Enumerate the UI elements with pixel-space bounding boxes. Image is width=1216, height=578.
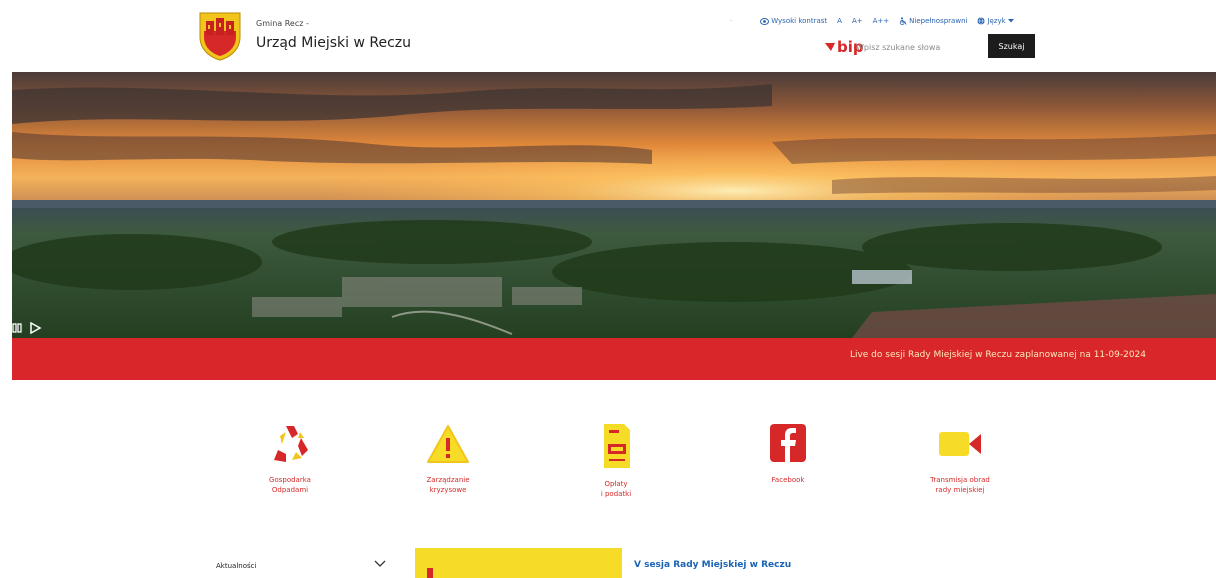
quick-link-fees[interactable]: Opłaty i podatki	[556, 422, 676, 500]
news-thumbnail[interactable]	[415, 548, 622, 578]
font-size-a-plus-plus[interactable]: A++	[873, 17, 890, 25]
font-size-a-plus[interactable]: A+	[852, 17, 863, 25]
coat-of-arms-icon[interactable]	[198, 11, 242, 61]
news-dropdown-label: Aktualności	[216, 562, 257, 570]
document-icon	[604, 424, 630, 468]
news-thumbnail-mark	[427, 568, 433, 578]
news-headline[interactable]: V sesja Rady Miejskiej w Reczu	[634, 560, 791, 570]
site-header: Gmina Recz - Urząd Miejski w Reczu · Wys…	[0, 0, 1216, 72]
accessibility-label: Niepełnosprawni	[909, 17, 968, 25]
quick-link-label: Gospodarka Odpadami	[269, 476, 311, 494]
search-input[interactable]	[850, 36, 982, 58]
quick-link-crisis[interactable]: Zarządzanie kryzysowe	[388, 422, 508, 496]
high-contrast-link[interactable]: Wysoki kontrast	[760, 17, 827, 25]
news-category-dropdown[interactable]: Aktualności	[212, 558, 392, 578]
hero-banner: Live do sesji Rady Miejskiej w Reczu zap…	[12, 72, 1216, 380]
globe-icon	[977, 17, 986, 25]
language-dropdown[interactable]: Język	[977, 17, 1014, 25]
recycle-icon	[274, 426, 308, 462]
quick-link-label: Transmisja obrad rady miejskiej	[930, 476, 990, 494]
slider-controls	[12, 321, 42, 335]
accessibility-link[interactable]: Niepełnosprawni	[899, 17, 967, 25]
font-size-a[interactable]: A	[837, 17, 842, 25]
search-button[interactable]: Szukaj	[988, 34, 1035, 58]
quick-links: Gospodarka Odpadami Zarządzanie kryzysow…	[230, 422, 1060, 522]
hero-landscape-image	[12, 72, 1216, 338]
facebook-icon	[770, 424, 806, 462]
play-icon[interactable]	[28, 321, 42, 335]
bip-flag-icon	[825, 43, 835, 51]
quick-link-label: Facebook	[771, 476, 805, 484]
video-camera-icon	[939, 432, 981, 456]
quick-link-label: Opłaty i podatki	[600, 480, 632, 498]
caret-down-icon	[1007, 19, 1014, 23]
contrast-icon	[760, 17, 770, 25]
utility-bar: · Wysoki kontrast A A+ A++ Niepełnospraw…	[730, 14, 1014, 28]
warning-icon	[427, 425, 469, 463]
hero-caption-bar[interactable]: Live do sesji Rady Miejskiej w Reczu zap…	[12, 338, 1216, 380]
pause-icon[interactable]	[12, 322, 24, 334]
chevron-down-icon	[374, 560, 386, 567]
quick-link-label: Zarządzanie kryzysowe	[426, 476, 470, 494]
quick-link-facebook[interactable]: Facebook	[728, 422, 848, 486]
brand-title[interactable]: Urząd Miejski w Reczu	[256, 35, 411, 51]
quick-link-waste[interactable]: Gospodarka Odpadami	[230, 422, 350, 496]
language-label: Język	[987, 17, 1006, 25]
hero-caption[interactable]: Live do sesji Rady Miejskiej w Reczu zap…	[850, 350, 1146, 360]
brand-subtitle: Gmina Recz -	[256, 19, 309, 28]
separator-dot: ·	[730, 17, 733, 25]
wheelchair-icon	[899, 17, 907, 25]
quick-link-broadcast[interactable]: Transmisja obrad rady miejskiej	[900, 422, 1020, 496]
high-contrast-label: Wysoki kontrast	[771, 17, 828, 25]
